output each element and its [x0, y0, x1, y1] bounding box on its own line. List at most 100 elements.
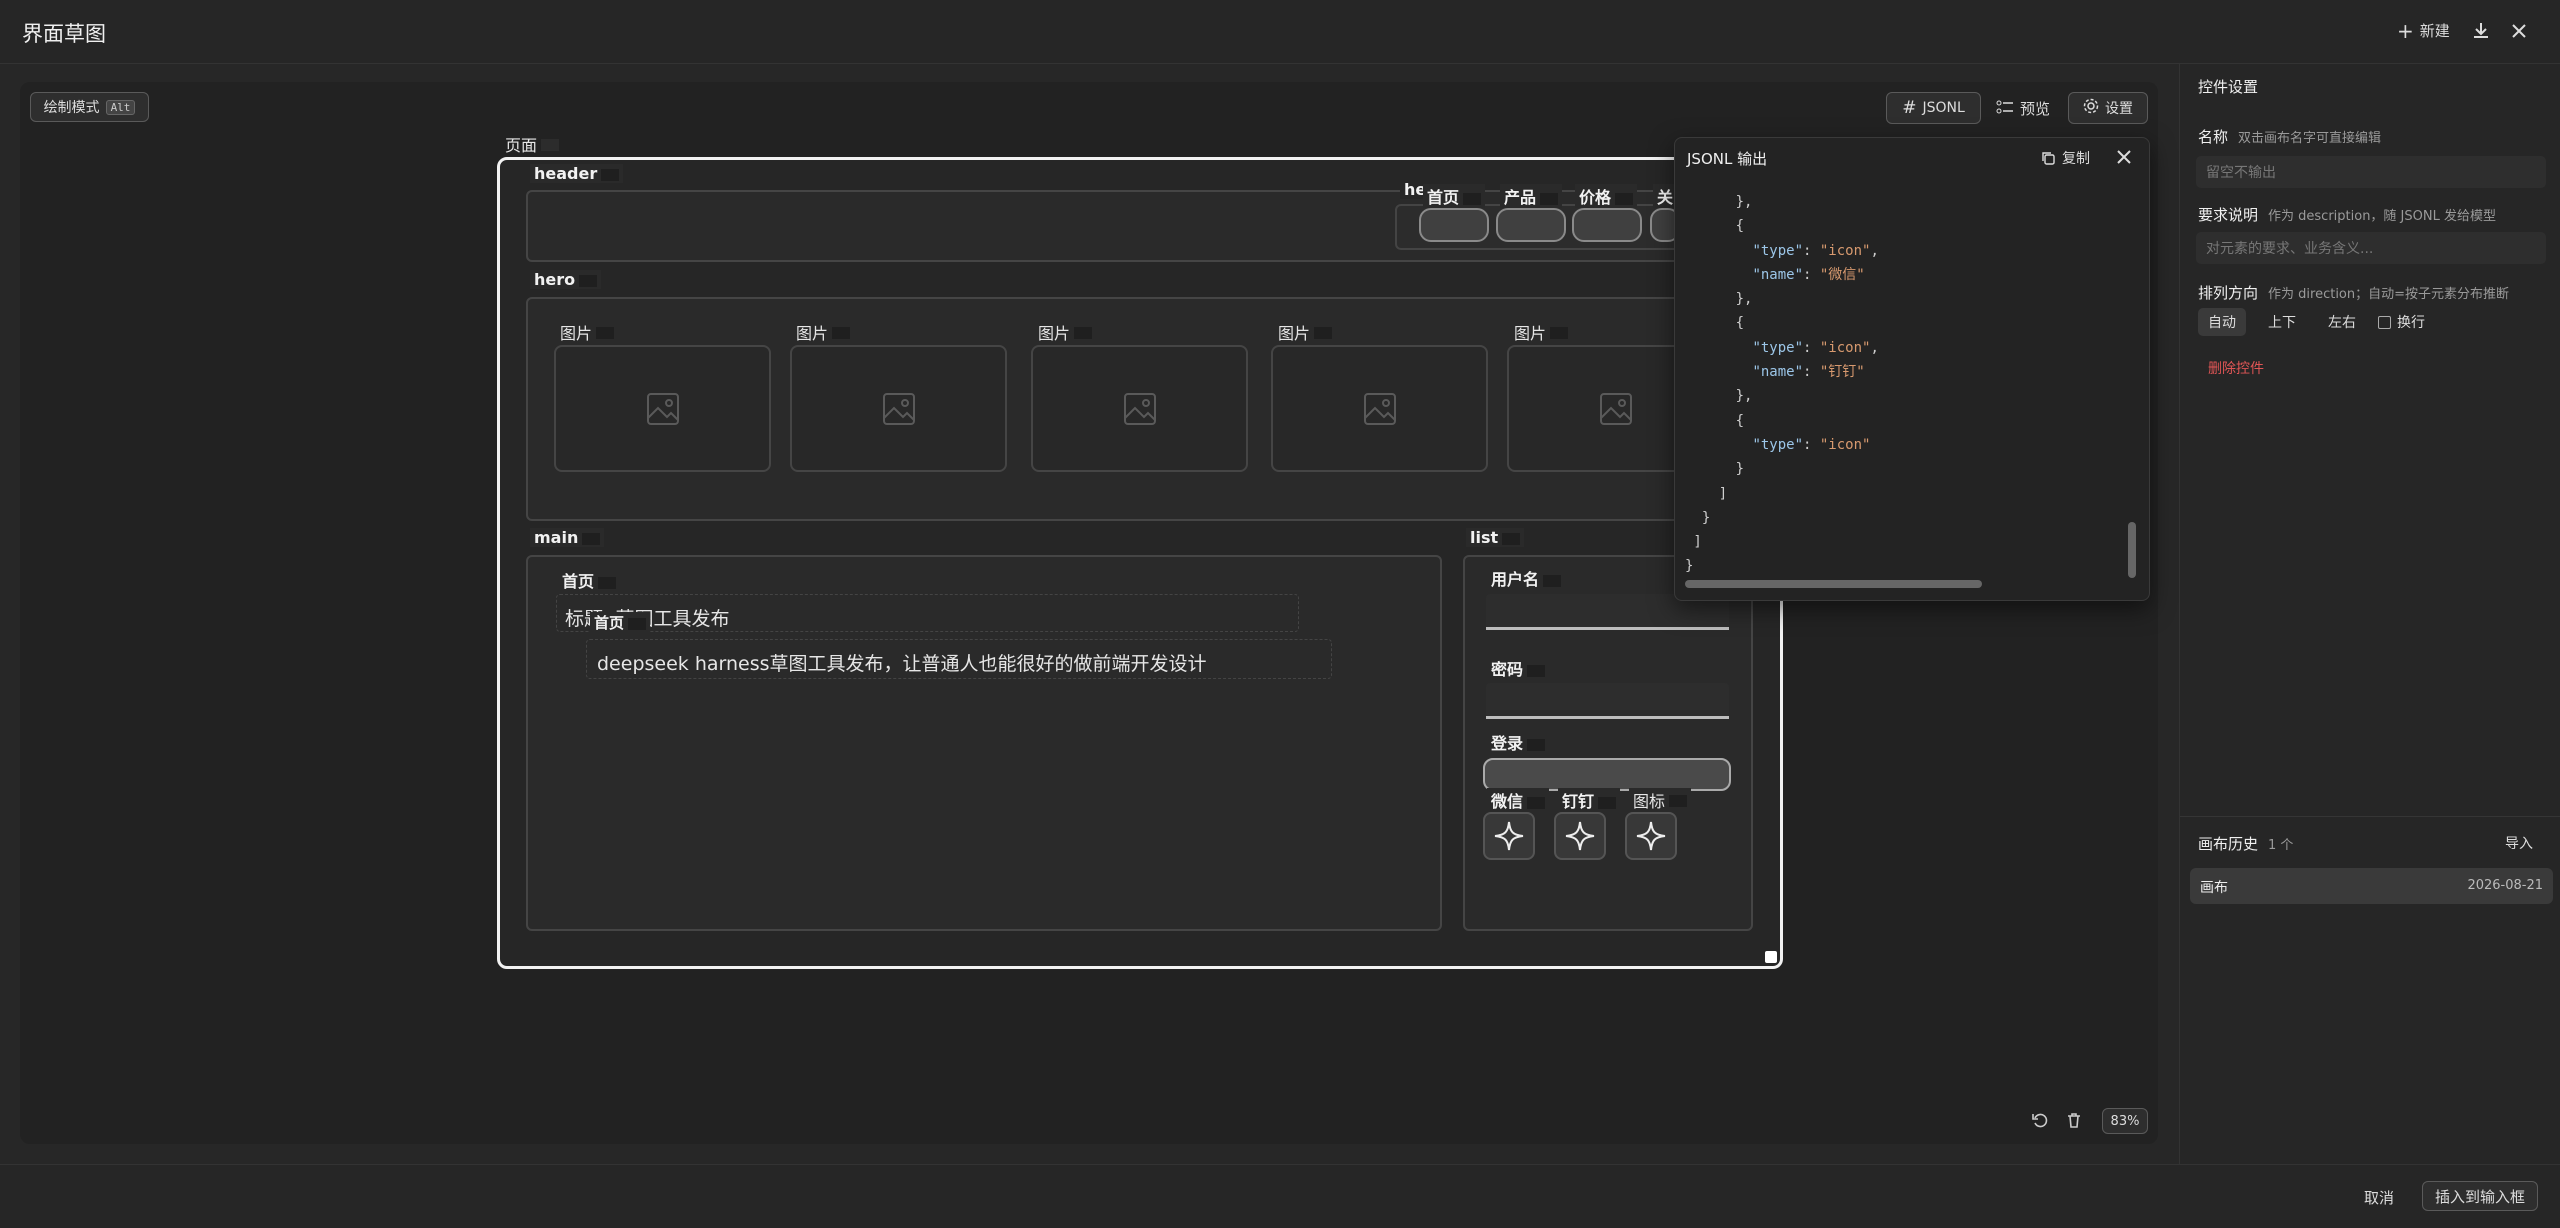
import-button[interactable]: 导入 — [2505, 833, 2533, 853]
settings-button[interactable]: 设置 — [2068, 92, 2148, 124]
title-bar: 界面草图 + 新建 — [0, 0, 2560, 64]
preview-label: 预览 — [2020, 100, 2051, 118]
image-placeholder[interactable] — [554, 345, 771, 472]
header-label[interactable]: header — [530, 164, 624, 183]
image-label: 图片 — [1514, 320, 1569, 344]
close-icon[interactable] — [2508, 20, 2530, 46]
code-line: "name": "微信" — [1752, 266, 1865, 283]
jsonl-button[interactable]: # JSONL — [1886, 92, 1981, 124]
nav-item-label: 首页 — [1423, 184, 1486, 208]
generic-sparkle-icon[interactable] — [1625, 812, 1677, 860]
download-icon[interactable] — [2470, 20, 2492, 46]
image-placeholder[interactable] — [1031, 345, 1248, 472]
close-panel-icon[interactable] — [2115, 148, 2133, 170]
divider — [2180, 816, 2560, 817]
image-icon — [1599, 392, 1632, 425]
vertical-scrollbar[interactable] — [2128, 522, 2136, 578]
hash-icon: # — [1902, 98, 1917, 118]
image-label: 图片 — [1278, 320, 1333, 344]
plus-icon: + — [2397, 18, 2414, 43]
new-button[interactable]: + 新建 — [2397, 20, 2450, 41]
jsonl-panel-title: JSONL 输出 — [1687, 150, 1768, 168]
requirement-label: 要求说明 — [2198, 206, 2259, 224]
page-label[interactable]: 页面 — [503, 132, 562, 156]
image-icon — [1363, 392, 1396, 425]
horizontal-scrollbar[interactable] — [1685, 580, 1982, 588]
icon-label: 钉钉 — [1558, 788, 1621, 812]
preview-button[interactable]: 预览 — [1996, 98, 2050, 119]
preview-list-icon — [1996, 99, 2014, 119]
insert-button[interactable]: 插入到输入框 — [2422, 1181, 2538, 1211]
main-body-text: deepseek harness草图工具发布，让普通人也能很好的做前端开发设计 — [597, 653, 1207, 675]
copy-label: 复制 — [2062, 151, 2090, 167]
undo-icon[interactable] — [2030, 1110, 2050, 1134]
list-label-text: list — [1470, 528, 1499, 547]
name-input[interactable]: 留空不输出 — [2196, 156, 2546, 188]
delete-control-button[interactable]: 删除控件 — [2208, 358, 2264, 378]
password-field[interactable] — [1486, 683, 1729, 719]
code-line: } — [1685, 509, 1711, 526]
nav-button[interactable] — [1496, 208, 1566, 242]
new-label: 新建 — [2419, 22, 2450, 40]
requirement-hint: 作为 description，随 JSONL 发给模型 — [2268, 209, 2496, 224]
code-line: }, — [1685, 388, 1753, 405]
control-settings-panel: 控件设置 名称 双击画布名字可直接编辑 留空不输出 要求说明 作为 descri… — [2179, 64, 2560, 1164]
code-line: "type": "icon", — [1752, 339, 1879, 356]
main-label[interactable]: main — [530, 528, 605, 547]
image-placeholder[interactable] — [1271, 345, 1488, 472]
direction-auto[interactable]: 自动 — [2198, 308, 2246, 336]
code-line: ] — [1685, 534, 1702, 551]
jsonl-label: JSONL — [1922, 100, 1965, 116]
history-item-date: 2026-08-21 — [2467, 878, 2543, 893]
nav-button[interactable] — [1572, 208, 1642, 242]
settings-panel-title: 控件设置 — [2198, 78, 2259, 96]
code-line: ] — [1685, 485, 1728, 502]
name-hint: 双击画布名字可直接编辑 — [2238, 131, 2382, 146]
code-line: { — [1685, 315, 1745, 332]
wechat-sparkle-icon[interactable] — [1483, 812, 1535, 860]
direction-vertical[interactable]: 上下 — [2258, 308, 2306, 336]
hero-label[interactable]: hero — [530, 270, 602, 289]
jsonl-code[interactable]: }, { "type": "icon", "name": "微信" }, { "… — [1685, 190, 2137, 590]
gear-icon — [2083, 98, 2099, 118]
nav-item-label: 价格 — [1575, 184, 1638, 208]
icon-label: 图标 — [1629, 788, 1692, 812]
page-label-text: 页面 — [505, 136, 538, 155]
history-item[interactable]: 画布 2026-08-21 — [2190, 868, 2553, 904]
code-line: "type": "icon" — [1752, 436, 1871, 453]
wrap-checkbox[interactable] — [2378, 315, 2391, 329]
list-label[interactable]: list — [1466, 528, 1525, 547]
canvas-history-count: 1 个 — [2268, 838, 2294, 853]
body-section-label[interactable]: 首页 — [590, 612, 651, 633]
main-label-text: main — [534, 528, 579, 547]
wrap-label: 换行 — [2397, 315, 2425, 331]
name-label: 名称 — [2198, 128, 2229, 146]
code-line: { — [1685, 218, 1745, 235]
jsonl-output-panel[interactable]: JSONL 输出 复制 }, { "type": "icon", "name":… — [1674, 137, 2150, 601]
draw-mode-button[interactable]: 绘制模式 Alt — [30, 92, 149, 122]
dingtalk-sparkle-icon[interactable] — [1554, 812, 1606, 860]
bottom-bar: 取消 插入到输入框 — [0, 1164, 2560, 1228]
main-section-label[interactable]: 首页 — [558, 568, 621, 592]
trash-icon[interactable] — [2064, 1110, 2084, 1134]
resize-handle[interactable] — [1765, 951, 1777, 963]
nav-button[interactable] — [1419, 208, 1489, 242]
draw-mode-label: 绘制模式 — [43, 100, 100, 116]
image-placeholder[interactable] — [790, 345, 1007, 472]
copy-button[interactable]: 复制 — [2041, 148, 2090, 168]
cancel-button[interactable]: 取消 — [2364, 1187, 2394, 1208]
code-line: }, — [1685, 194, 1753, 210]
history-item-name: 画布 — [2200, 880, 2228, 896]
image-label: 图片 — [796, 320, 851, 344]
login-button[interactable] — [1483, 758, 1731, 791]
direction-hint: 作为 direction；自动=按子元素分布推断 — [2268, 287, 2510, 302]
direction-horizontal[interactable]: 左右 — [2318, 308, 2366, 336]
zoom-level[interactable]: 83% — [2102, 1108, 2148, 1134]
image-icon — [882, 392, 915, 425]
image-label: 图片 — [560, 320, 615, 344]
login-label: 登录 — [1487, 730, 1550, 754]
requirement-input[interactable]: 对元素的要求、业务含义... — [2196, 232, 2546, 264]
wrap-toggle[interactable]: 换行 — [2378, 312, 2425, 332]
image-icon — [646, 392, 679, 425]
canvas-history-label: 画布历史 — [2198, 835, 2259, 853]
